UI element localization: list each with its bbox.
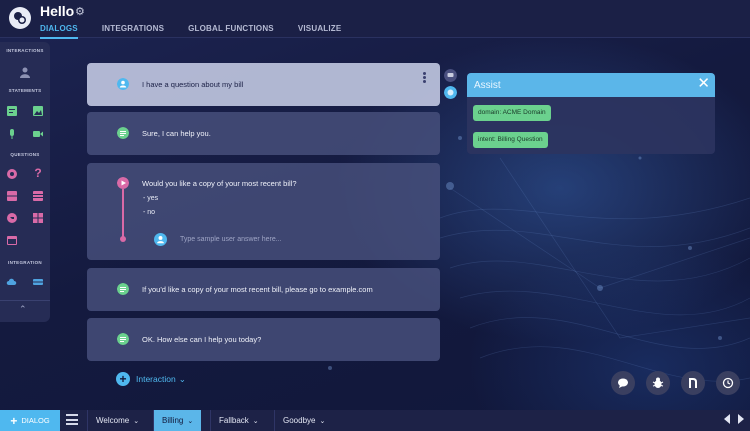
user-icon[interactable] (19, 66, 31, 78)
dialog-tab-label: Welcome (96, 416, 130, 425)
component-toolbar: INTERACTIONS STATEMENTS QUESTIONS ? INTE… (0, 42, 50, 322)
debug-button[interactable] (646, 371, 670, 395)
bot-statement-card[interactable]: Sure, I can help you. (87, 112, 440, 155)
sample-user-icon (154, 233, 167, 246)
table-question-icon[interactable] (32, 190, 44, 202)
user-icon (117, 78, 129, 90)
text-statement-icon[interactable] (6, 105, 18, 117)
chevron-down-icon: ⌄ (133, 417, 140, 425)
video-icon[interactable] (32, 128, 44, 140)
gear-icon[interactable]: ⚙ (75, 5, 85, 18)
image-statement-icon[interactable] (32, 105, 44, 117)
plus-icon: + (10, 413, 18, 428)
tab-integrations[interactable]: INTEGRATIONS (102, 24, 164, 39)
bot-statement-text: Sure, I can help you. (142, 129, 211, 138)
sample-answer-input[interactable]: Type sample user answer here... (180, 236, 282, 243)
statements-heading: STATEMENTS (8, 88, 42, 93)
question-text: Would you like a copy of your most recen… (142, 179, 297, 188)
intent-chip[interactable]: intent: Billing Question (473, 132, 548, 148)
dialog-tab-welcome[interactable]: Welcome ⌄ (87, 410, 147, 431)
dialog-tab-goodbye[interactable]: Goodbye ⌄ (274, 410, 333, 431)
comment-icon[interactable] (444, 69, 457, 82)
n-logo-icon (689, 378, 697, 388)
statement-icon (117, 127, 129, 139)
dialog-list-icon[interactable] (66, 414, 78, 425)
previous-tab-icon[interactable] (724, 414, 730, 424)
interactions-heading: INTERACTIONS (6, 48, 44, 53)
tab-navigation (724, 414, 744, 424)
user-message-card[interactable]: I have a question about my bill (87, 63, 440, 106)
assist-toggle-icon[interactable] (444, 86, 457, 99)
add-interaction-button[interactable]: + Interaction ⌄ (116, 372, 186, 386)
tab-dialogs[interactable]: DIALOGS (40, 24, 78, 39)
server-icon[interactable] (32, 276, 44, 288)
microphone-icon[interactable] (6, 128, 18, 140)
option-yes: - yes (143, 195, 159, 202)
question-mark-icon[interactable]: ? (32, 166, 44, 180)
chat-bubbles-icon (14, 12, 26, 24)
statement-card[interactable]: If you'd like a copy of your most recent… (87, 268, 440, 311)
next-tab-icon[interactable] (738, 414, 744, 424)
option-no: - no (143, 209, 156, 216)
collapse-toolbar-icon[interactable]: ⌃ (19, 304, 27, 315)
domain-chip[interactable]: domain: ACME Domain (473, 105, 551, 121)
closing-statement-text: OK. How else can I help you today? (142, 335, 262, 344)
chevron-down-icon: ⌄ (187, 417, 194, 425)
tab-visualize[interactable]: VISUALIZE (298, 24, 342, 39)
dialog-tab-fallback[interactable]: Fallback ⌄ (210, 410, 267, 431)
cloud-icon[interactable] (6, 276, 18, 288)
tab-global-functions[interactable]: GLOBAL FUNCTIONS (188, 24, 274, 39)
app-header: Hello ⚙ DIALOGS INTEGRATIONS GLOBAL FUNC… (0, 0, 750, 39)
chat-preview-button[interactable] (611, 371, 635, 395)
project-title: Hello (40, 3, 75, 19)
list-question-icon[interactable] (6, 190, 18, 202)
answer-connector-dot (120, 236, 126, 242)
user-message-text: I have a question about my bill (142, 80, 244, 89)
dialog-tab-billing[interactable]: Billing ⌄ (153, 410, 202, 431)
chat-bubble-icon (618, 378, 628, 388)
question-icon (117, 177, 129, 189)
statement-icon (117, 333, 129, 345)
app-logo[interactable] (9, 7, 31, 29)
history-icon (722, 377, 734, 389)
answer-connector (122, 189, 124, 239)
statement-text: If you'd like a copy of your most recent… (142, 285, 373, 294)
bug-icon (652, 377, 664, 388)
chevron-down-icon: ⌄ (319, 417, 326, 425)
questions-heading: QUESTIONS (10, 152, 40, 157)
dialog-tab-label: Goodbye (283, 416, 316, 425)
add-dialog-label: DIALOG (21, 416, 50, 425)
dialog-tab-label: Fallback (219, 416, 249, 425)
question-card[interactable]: Would you like a copy of your most recen… (87, 163, 440, 260)
close-icon[interactable]: ✕ (697, 75, 710, 93)
statement-icon (117, 283, 129, 295)
integration-heading: INTEGRATION (8, 260, 42, 265)
chevron-down-icon: ⌄ (252, 417, 259, 425)
main-tabs: DIALOGS INTEGRATIONS GLOBAL FUNCTIONS VI… (40, 24, 365, 39)
add-dialog-button[interactable]: + DIALOG (0, 410, 60, 431)
dialog-tab-label: Billing (162, 416, 184, 425)
chevron-down-icon: ⌄ (178, 373, 186, 384)
more-options-icon[interactable] (423, 72, 426, 83)
dialog-footer: + DIALOG Welcome ⌄ Billing ⌄ Fallback ⌄ Goo… (0, 410, 750, 431)
grid-question-icon[interactable] (32, 212, 44, 224)
plus-icon: + (116, 372, 130, 386)
history-button[interactable] (716, 371, 740, 395)
assist-panel: Assist ✕ domain: ACME Domain intent: Bil… (467, 73, 715, 154)
assist-title: Assist (474, 79, 501, 91)
closing-statement-card[interactable]: OK. How else can I help you today? (87, 318, 440, 361)
assist-header: Assist (467, 73, 715, 97)
calendar-icon[interactable] (6, 234, 18, 246)
radio-question-icon[interactable] (6, 168, 18, 180)
chat-question-icon[interactable] (6, 212, 18, 224)
nlu-button[interactable] (681, 371, 705, 395)
add-interaction-label: Interaction (136, 374, 176, 384)
